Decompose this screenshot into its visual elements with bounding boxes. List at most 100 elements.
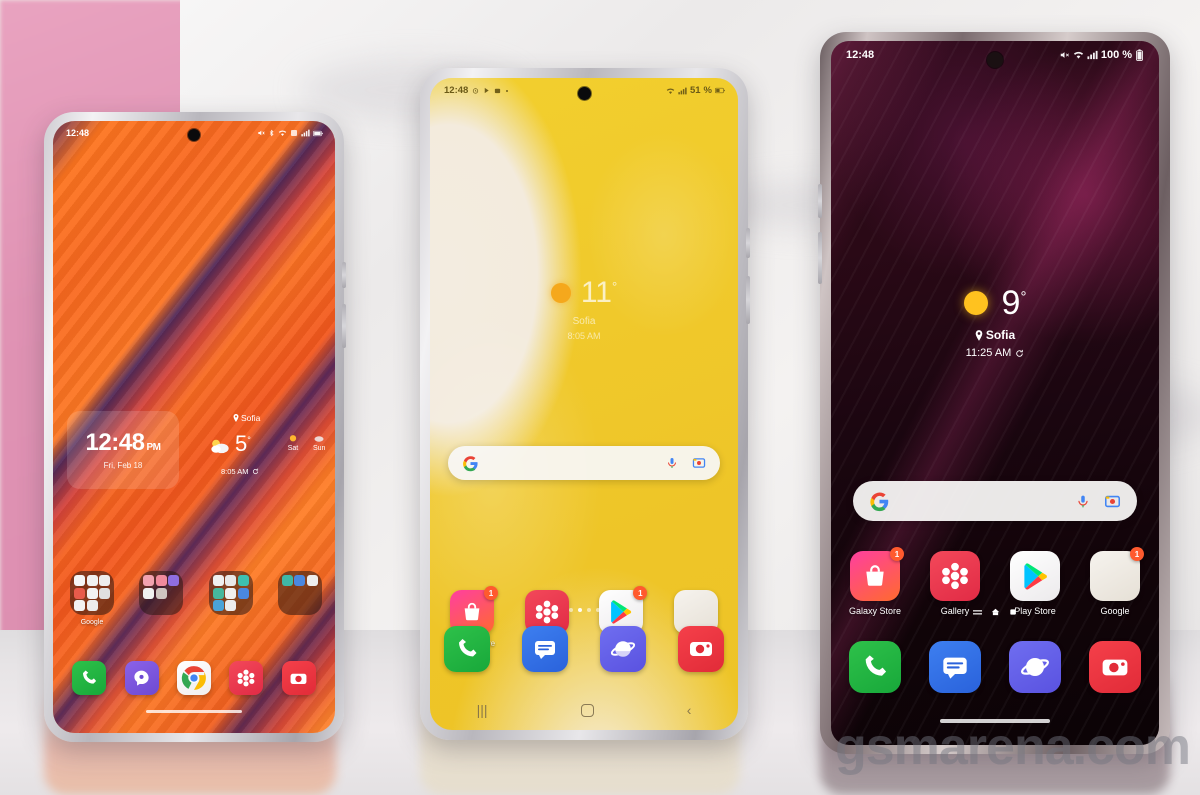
home-widget-row-left[interactable]: 12:48 PM Fri, Feb 18 Sofia 5 ° 8:05 AM S… (67, 411, 325, 489)
clock-widget[interactable]: 12:48 PM Fri, Feb 18 (67, 411, 179, 489)
navigation-bar-middle: ||| ‹ (430, 702, 738, 718)
folder-item[interactable] (206, 571, 256, 626)
mute-icon (1059, 50, 1070, 60)
back-button[interactable]: ‹ (687, 702, 692, 718)
weather-temp: 11° (580, 276, 618, 309)
dock-messages-icon[interactable] (929, 641, 981, 693)
dock-camera-icon[interactable] (678, 626, 724, 672)
dock-phone-icon[interactable] (849, 641, 901, 693)
home-button[interactable] (580, 703, 594, 717)
google-folder-icon[interactable]: 1 (1090, 547, 1144, 601)
clock-time: 12:48 PM (85, 428, 161, 456)
phone-right: 12:48 100 % 9° Sofia 11:25 AM 1 Galaxy S… (818, 32, 1170, 754)
microphone-icon[interactable] (1076, 493, 1090, 510)
dock-chrome-icon[interactable] (176, 661, 211, 695)
location-pin-icon (975, 329, 983, 341)
page-dot[interactable] (568, 608, 573, 612)
signal-icon (1087, 50, 1098, 60)
sun-icon (289, 435, 297, 442)
volume-button[interactable] (342, 304, 346, 348)
app-galaxy-store[interactable]: 1 Galaxy Store (845, 547, 905, 616)
weather-widget-right[interactable]: 9° Sofia 11:25 AM (831, 286, 1159, 359)
mute-icon (257, 129, 265, 137)
forecast-label: Sat (287, 445, 299, 452)
list-icon[interactable] (973, 608, 982, 617)
recents-button[interactable]: ||| (477, 702, 488, 718)
dock-gallery-icon[interactable] (229, 661, 264, 695)
weather-city-row: Sofia (233, 413, 260, 423)
dock-camera-icon[interactable] (1089, 641, 1141, 693)
phone-screen-left: 12:48 12:48 PM Fri, Feb 18 Sofia 5 ° 8:0… (53, 121, 335, 733)
page-dot[interactable] (586, 608, 591, 612)
app-gallery[interactable]: Gallery (925, 551, 985, 616)
power-button[interactable] (342, 262, 346, 288)
weather-degree: ° (611, 279, 618, 294)
phone-left: 12:48 12:48 PM Fri, Feb 18 Sofia 5 ° 8:0… (44, 112, 346, 742)
folder-icon[interactable] (208, 571, 253, 615)
dock-camera-icon[interactable] (281, 661, 316, 695)
dock-messages-icon[interactable] (522, 626, 568, 672)
weather-widget-left[interactable]: Sofia 5 ° 8:05 AM Sat Sun (179, 411, 325, 489)
galaxy-store-icon[interactable]: 1 (850, 547, 904, 601)
weather-temp-row: 5 ° (209, 433, 251, 455)
dock-internet-icon[interactable] (600, 626, 646, 672)
page-indicator-row-right[interactable] (831, 608, 1159, 617)
folder-icon[interactable] (277, 571, 322, 615)
battery-icon (1135, 49, 1144, 61)
home-indicator[interactable] (146, 710, 242, 713)
weather-city-row: Sofia (831, 328, 1159, 342)
dock-phone-icon[interactable] (444, 626, 490, 672)
app-play-store[interactable]: Play Store (1005, 551, 1065, 616)
forecast-day-sat: Sat (287, 433, 299, 452)
battery-percent-suffix: % (1122, 49, 1132, 61)
weather-degree: ° (1020, 288, 1027, 306)
volume-button[interactable] (818, 232, 822, 284)
square-icon[interactable] (1009, 608, 1017, 616)
weather-widget-middle[interactable]: 11° Sofia 8:05 AM (430, 278, 738, 341)
folder-icon[interactable] (139, 571, 184, 615)
folder-item[interactable] (136, 571, 186, 626)
app-google-folder[interactable]: 1 Google (1085, 547, 1145, 616)
page-dot-active[interactable] (577, 608, 582, 612)
weather-temp-row: 11° (430, 278, 738, 308)
forecast-day-sun: Sun (313, 433, 325, 452)
status-time-group: 12:48 (66, 128, 89, 138)
refresh-icon (252, 468, 258, 475)
status-time: 12:48 (66, 128, 90, 138)
badge-count: 1 (1130, 547, 1144, 561)
dock-internet-icon[interactable] (1009, 641, 1061, 693)
folder-item[interactable] (275, 571, 325, 626)
app-row-right: 1 Galaxy Store Gallery Play Store 1 Goog… (845, 547, 1145, 616)
gallery-icon[interactable] (930, 551, 980, 601)
play-store-icon[interactable] (1010, 551, 1060, 601)
dock-right (849, 641, 1141, 693)
page-dot[interactable] (595, 608, 600, 612)
volume-button[interactable] (746, 276, 750, 324)
dock-viber-icon[interactable] (124, 661, 159, 695)
folder-item[interactable]: Google (67, 571, 117, 626)
status-bar-left: 12:48 (53, 121, 335, 138)
page-indicator-dots-middle[interactable] (430, 608, 738, 612)
weather-time: 11:25 AM (965, 347, 1012, 359)
google-lens-icon[interactable] (1104, 493, 1121, 510)
phone-screen-middle: 12:48 51 % 11° Sofia 8:05 AM 1 1 ||| ‹ (430, 78, 738, 730)
google-search-bar-middle[interactable] (448, 446, 720, 480)
google-search-bar-right[interactable] (853, 481, 1137, 521)
dot-icon (505, 89, 509, 93)
power-button[interactable] (746, 228, 750, 258)
google-folder-icon[interactable] (70, 571, 114, 615)
google-lens-icon[interactable] (692, 456, 706, 470)
home-indicator[interactable] (940, 719, 1050, 723)
weather-degree: ° (247, 435, 251, 445)
power-button[interactable] (818, 184, 822, 218)
home-icon[interactable] (991, 608, 1000, 617)
microphone-icon[interactable] (666, 456, 678, 470)
status-bar-middle: 12:48 51 % (430, 78, 738, 96)
weather-updated-row: 8:05 AM (221, 467, 259, 476)
status-bar-right: 12:48 100 % (831, 41, 1159, 61)
nfc-icon (290, 129, 298, 137)
badge-count: 1 (484, 586, 498, 600)
dock-phone-icon[interactable] (72, 661, 107, 695)
badge-count: 1 (633, 586, 648, 600)
google-g-icon (870, 491, 889, 511)
